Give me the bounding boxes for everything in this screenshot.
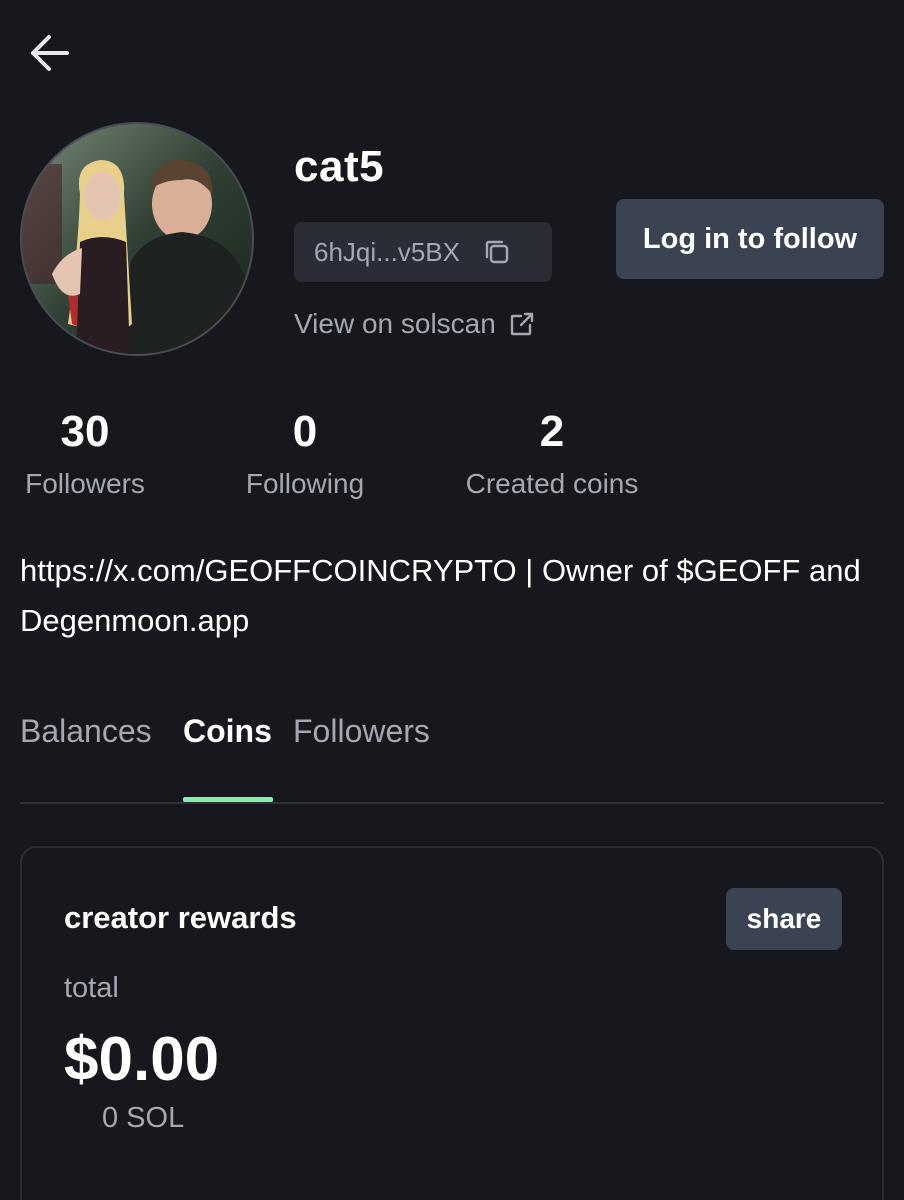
- view-on-solscan-link[interactable]: View on solscan: [294, 308, 536, 340]
- share-button[interactable]: share: [726, 888, 842, 950]
- profile-bio: https://x.com/GEOFFCOINCRYPTO | Owner of…: [20, 553, 861, 638]
- creator-rewards-card: creator rewards share total $0.00 0 SOL: [20, 846, 884, 1200]
- arrow-left-icon: [31, 35, 69, 71]
- following-count: 0: [292, 407, 318, 456]
- total-label: total: [64, 972, 119, 1004]
- avatar-image: [22, 124, 252, 354]
- log-in-to-follow-button[interactable]: Log in to follow: [616, 199, 884, 279]
- tab-balances[interactable]: Balances: [20, 708, 152, 804]
- stat-followers[interactable]: 30 Followers: [20, 404, 150, 500]
- solscan-label: View on solscan: [294, 308, 496, 339]
- profile-page: cat5 6hJqi...v5BX View on solscan Log in…: [0, 0, 904, 1200]
- total-sol-value: 0 SOL: [102, 1102, 185, 1134]
- back-button[interactable]: [24, 28, 74, 78]
- wallet-address: 6hJqi...v5BX: [314, 236, 460, 267]
- following-label: Following: [245, 468, 365, 499]
- copy-icon[interactable]: [482, 237, 512, 267]
- tabs-divider: [20, 802, 884, 804]
- created-coins-count: 2: [539, 407, 565, 456]
- username: cat5: [294, 142, 385, 191]
- external-link-icon: [510, 312, 534, 336]
- total-usd-value: $0.00: [64, 1025, 220, 1094]
- stat-created-coins[interactable]: 2 Created coins: [458, 404, 646, 500]
- tab-coins[interactable]: Coins: [183, 708, 272, 804]
- tab-followers[interactable]: Followers: [293, 708, 430, 804]
- wallet-address-chip[interactable]: 6hJqi...v5BX: [294, 222, 552, 282]
- profile-tabs: Balances Coins Followers: [20, 708, 884, 804]
- avatar: [20, 122, 254, 356]
- followers-label: Followers: [25, 468, 145, 499]
- created-coins-label: Created coins: [465, 468, 639, 499]
- creator-rewards-title: creator rewards: [64, 900, 297, 935]
- followers-count: 30: [60, 407, 110, 456]
- stat-following[interactable]: 0 Following: [240, 404, 370, 500]
